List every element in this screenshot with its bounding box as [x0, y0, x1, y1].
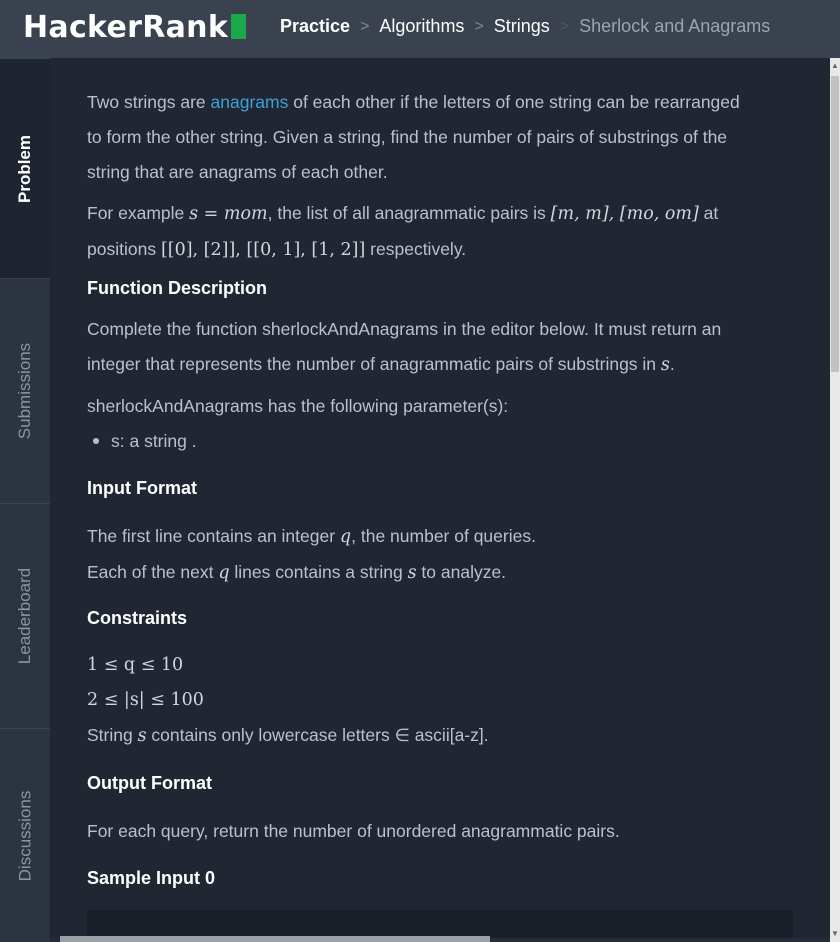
anagrams-link[interactable]: anagrams	[211, 92, 289, 112]
param-text: s: a string .	[111, 431, 197, 451]
example-paragraph: For example s = mom, the list of all ana…	[87, 196, 787, 268]
constraints-heading: Constraints	[87, 608, 188, 628]
tab-problem[interactable]: Problem	[0, 58, 50, 278]
breadcrumb-algorithms[interactable]: Algorithms	[379, 16, 464, 37]
function-text: .	[669, 354, 675, 374]
bullet-icon	[93, 437, 99, 444]
breadcrumb-strings[interactable]: Strings	[494, 16, 550, 37]
input-text: The first line contains an integer	[87, 526, 340, 546]
chevron-right-icon: >	[559, 17, 570, 35]
problem-statement: Two strings are anagrams of each other i…	[50, 58, 830, 938]
logo-green-block	[231, 14, 247, 39]
function-description-paragraph: Complete the function sherlockAndAnagram…	[87, 312, 787, 383]
constraint-s-length: 2 ≤ |s| ≤ 100	[87, 690, 204, 710]
scroll-up-arrow-icon[interactable]: ▲	[830, 58, 840, 74]
math-positions: [[0], [2]], [[0, 1], [1, 2]]	[160, 240, 366, 260]
breadcrumb: Practice > Algorithms > Strings > Sherlo…	[280, 16, 770, 37]
tab-leaderboard-label: Leaderboard	[15, 567, 35, 665]
function-text: Complete the function sherlockAndAnagram…	[87, 319, 722, 339]
math-var-s: s	[189, 204, 199, 224]
tab-discussions[interactable]: Discussions	[0, 728, 50, 942]
input-text: , the number of queries.	[351, 526, 536, 546]
constraint-text: String	[87, 725, 138, 745]
math-var-s: s	[407, 563, 417, 583]
intro-text: of each other if the letters of one stri…	[288, 92, 740, 112]
math-var-s: s	[137, 726, 147, 746]
sample-input-codebox	[87, 910, 793, 938]
math-var-q: q	[339, 527, 352, 547]
constraints-list: 1 ≤ q ≤ 10 2 ≤ |s| ≤ 100 String s contai…	[87, 648, 787, 754]
tab-leaderboard[interactable]: Leaderboard	[0, 503, 50, 728]
input-text: to analyze.	[416, 562, 507, 582]
chevron-right-icon: >	[360, 17, 370, 35]
top-navigation-bar: HackerRank Practice > Algorithms > Strin…	[0, 0, 840, 58]
example-text: at	[698, 203, 719, 223]
output-format-heading: Output Format	[87, 773, 212, 793]
math-var-s: s	[660, 355, 670, 375]
hackerrank-logo[interactable]: HackerRank	[23, 10, 247, 45]
param-list-item: s: a string .	[87, 424, 787, 459]
scroll-down-arrow-icon[interactable]: ▼	[830, 926, 840, 942]
math-value-mom: mom	[223, 204, 268, 224]
function-text: integer that represents the number of an…	[87, 354, 661, 374]
function-description-heading: Function Description	[87, 278, 267, 298]
example-text: For example	[87, 203, 190, 223]
vertical-tab-sidebar: Problem Submissions Leaderboard Discussi…	[0, 58, 50, 942]
tab-discussions-label: Discussions	[15, 790, 35, 881]
example-text: positions	[87, 239, 161, 259]
intro-paragraph: Two strings are anagrams of each other i…	[87, 85, 787, 190]
output-format-text: For each query, return the number of uno…	[87, 821, 620, 841]
input-format-heading: Input Format	[87, 478, 197, 498]
input-format-paragraph: The first line contains an integer q, th…	[87, 519, 787, 591]
logo-text: HackerRank	[23, 10, 229, 45]
example-text: respectively.	[365, 239, 467, 259]
example-text: , the list of all anagrammatic pairs is	[267, 203, 551, 223]
params-intro: sherlockAndAnagrams has the following pa…	[87, 396, 509, 416]
sample-input-heading: Sample Input 0	[87, 868, 216, 888]
tab-problem-label: Problem	[15, 134, 34, 203]
math-equals: =	[198, 204, 224, 224]
horizontal-scrollbar[interactable]	[60, 936, 490, 942]
breadcrumb-practice[interactable]: Practice	[280, 16, 350, 37]
breadcrumb-current-page: Sherlock and Anagrams	[579, 16, 771, 36]
intro-text: to form the other string. Given a string…	[87, 127, 728, 147]
input-text: lines contains a string	[229, 562, 408, 582]
scroll-thumb[interactable]	[831, 76, 839, 372]
constraint-text: contains only lowercase letters ∈ ascii[…	[146, 725, 489, 745]
math-var-q: q	[218, 563, 230, 583]
constraint-q: 1 ≤ q ≤ 10	[87, 655, 184, 675]
input-text: Each of the next	[87, 562, 219, 582]
vertical-scrollbar[interactable]: ▲ ▼	[830, 58, 840, 942]
intro-text: Two strings are	[87, 92, 211, 112]
tab-submissions[interactable]: Submissions	[0, 278, 50, 503]
tab-submissions-label: Submissions	[15, 342, 34, 440]
math-pairs: [m, m], [mo, om]	[550, 204, 699, 224]
chevron-right-icon: >	[474, 17, 484, 35]
intro-text: string that are anagrams of each other.	[87, 162, 388, 182]
